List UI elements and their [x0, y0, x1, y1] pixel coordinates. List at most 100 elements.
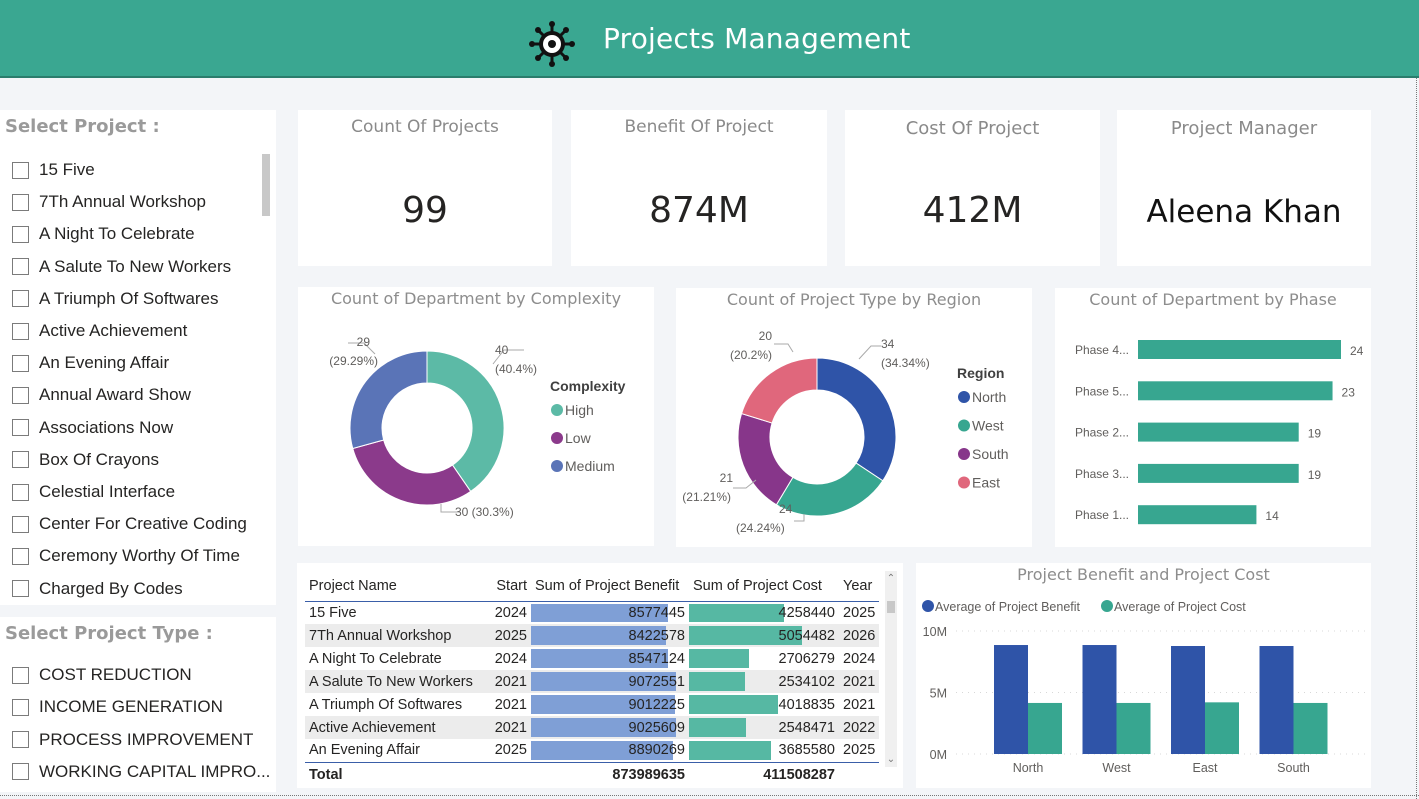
- scroll-down-icon[interactable]: ⌄: [885, 754, 897, 765]
- legend-label: Average of Project Cost: [1114, 600, 1246, 614]
- bar-west-cost: [1116, 702, 1151, 754]
- checkbox[interactable]: [12, 419, 29, 437]
- checkbox[interactable]: [12, 580, 29, 598]
- project-type-slicer-item-label: INCOME GENERATION: [39, 697, 223, 717]
- card-benefit-of-project: Benefit Of Project 874M: [571, 110, 827, 266]
- project-slicer-item-label: A Triumph Of Softwares: [39, 288, 219, 308]
- category-label: Phase 3...: [1075, 467, 1129, 481]
- bar-4: [1138, 463, 1299, 483]
- category-label: Phase 1...: [1075, 508, 1129, 522]
- table-row[interactable]: A Triumph Of Softwares 2021 9012225 4018835…: [305, 693, 879, 716]
- project-type-slicer-item[interactable]: INCOME GENERATION: [12, 695, 223, 719]
- cost-cell: 5054482: [689, 624, 839, 647]
- column-header[interactable]: Project Name: [305, 571, 487, 602]
- project-slicer-item-label: An Evening Affair: [39, 353, 170, 373]
- cell-value: 4018835: [778, 696, 835, 713]
- project-slicer-item[interactable]: An Evening Affair: [12, 351, 169, 375]
- checkbox[interactable]: [12, 354, 29, 372]
- checkbox[interactable]: [12, 290, 29, 308]
- value-label: 14: [1265, 509, 1279, 523]
- project-slicer-item[interactable]: Center For Creative Coding: [12, 512, 247, 536]
- checkbox[interactable]: [12, 515, 29, 533]
- start-cell: 2025: [494, 742, 527, 759]
- project-slicer-item[interactable]: A Night To Celebrate: [12, 222, 195, 246]
- checkbox[interactable]: [12, 386, 29, 404]
- project-slicer-item[interactable]: A Triumph Of Softwares: [12, 287, 219, 311]
- start-cell: 2021: [494, 696, 527, 713]
- bar-south-cost: [1293, 702, 1328, 754]
- cell-value: 9072551: [628, 673, 685, 690]
- checkbox[interactable]: [12, 763, 29, 781]
- table-row[interactable]: An Evening Affair 2025 8890269 3685580 2025: [305, 739, 879, 762]
- project-type-slicer-item[interactable]: PROCESS IMPROVEMENT: [12, 728, 253, 752]
- column-header[interactable]: Sum of Project Benefit: [531, 571, 689, 602]
- card-value: 99: [402, 190, 448, 231]
- column-header[interactable]: Start: [487, 571, 531, 602]
- project-slicer-item-label: Celestial Interface: [39, 482, 176, 501]
- project-slicer-scrollbar[interactable]: [262, 154, 270, 216]
- donut-slice-south: [737, 412, 794, 506]
- table-row[interactable]: A Salute To New Workers 2021 9072551 253410…: [305, 670, 880, 693]
- cost-cell: 4258440: [689, 601, 839, 624]
- donut-plot: 40 (40.4%) 30 (30.3%) 29 (29.29%) Complexity H…: [329, 335, 625, 519]
- checkbox[interactable]: [12, 258, 29, 276]
- checkbox[interactable]: [12, 547, 29, 565]
- table-row[interactable]: 7Th Annual Workshop 2025 8422578 5054482 202…: [305, 624, 880, 647]
- card-title: Project Manager: [1170, 118, 1318, 139]
- project-slicer-item-label: Active Achievement: [39, 321, 188, 340]
- scroll-up-icon[interactable]: ⌃: [885, 573, 897, 584]
- legend-marker: [958, 391, 970, 403]
- bar-2: [1138, 381, 1333, 401]
- table-row[interactable]: 15 Five 2024 8577445 4258440 2025: [305, 601, 879, 624]
- checkbox[interactable]: [12, 483, 29, 501]
- legend-label: Medium: [565, 458, 615, 474]
- benefit-cell: 9072551: [531, 670, 689, 693]
- cell-value: 8890269: [628, 742, 685, 759]
- project-slicer-item[interactable]: Annual Award Show: [12, 383, 191, 407]
- legend-label: Low: [565, 430, 592, 446]
- legend-label: Average of Project Benefit: [935, 600, 1081, 614]
- project-slicer-item[interactable]: A Salute To New Workers: [12, 255, 231, 279]
- card-title: Benefit Of Project: [624, 117, 774, 137]
- project-slicer-item[interactable]: 15 Five: [12, 158, 95, 182]
- table-row[interactable]: A Night To Celebrate 2024 8547124 2706279 20…: [305, 647, 879, 670]
- project-slicer-item[interactable]: Celestial Interface: [12, 480, 175, 504]
- project-slicer-item[interactable]: Charged By Codes: [12, 577, 183, 601]
- bar-west-benefit: [1082, 645, 1117, 754]
- project-slicer-item[interactable]: Ceremony Worthy Of Time: [12, 544, 240, 568]
- cell-value: 3685580: [778, 742, 835, 759]
- year-cell: 2022: [839, 716, 880, 739]
- checkbox[interactable]: [12, 666, 29, 684]
- project-name-cell: A Salute To New Workers: [305, 670, 487, 693]
- project-slicer-item[interactable]: Active Achievement: [12, 319, 187, 343]
- project-table: Project Name Start Sum of Project Benefit S…: [297, 563, 903, 788]
- data-label-value: 20: [759, 329, 773, 343]
- x-tick-label: East: [1192, 761, 1218, 775]
- card-value: Aleena Khan: [1146, 194, 1342, 230]
- project-slicer-item[interactable]: Box Of Crayons: [12, 448, 159, 472]
- project-slicer-item[interactable]: 7Th Annual Workshop: [12, 190, 206, 214]
- table-row[interactable]: Active Achievement 2021 9025609 2548471 2022: [305, 716, 880, 739]
- table-scrollbar[interactable]: ⌃ ⌄: [885, 571, 897, 767]
- project-type-slicer-item[interactable]: WORKING CAPITAL IMPRO...: [12, 760, 270, 784]
- column-header[interactable]: Year: [839, 571, 880, 602]
- page-title: Projects Management: [603, 22, 911, 55]
- legend-marker: [922, 600, 934, 612]
- project-slicer-item[interactable]: Associations Now: [12, 416, 173, 440]
- column-header[interactable]: Sum of Project Cost: [689, 571, 839, 602]
- y-tick-label: 5M: [930, 687, 947, 701]
- checkbox[interactable]: [12, 161, 29, 179]
- card-value: 874M: [649, 190, 749, 231]
- scrollbar-thumb[interactable]: [887, 601, 895, 613]
- checkbox[interactable]: [12, 322, 29, 340]
- project-name-cell: 7Th Annual Workshop: [305, 624, 487, 647]
- data-label-percent: (40.4%): [495, 362, 537, 376]
- checkbox[interactable]: [12, 451, 29, 469]
- checkbox[interactable]: [12, 225, 29, 243]
- project-type-slicer-item[interactable]: COST REDUCTION: [12, 663, 192, 687]
- donut-slice-north: [816, 357, 897, 482]
- checkbox[interactable]: [12, 731, 29, 749]
- project-slicer-item-label: Center For Creative Coding: [39, 514, 247, 534]
- checkbox[interactable]: [12, 698, 29, 716]
- checkbox[interactable]: [12, 193, 29, 211]
